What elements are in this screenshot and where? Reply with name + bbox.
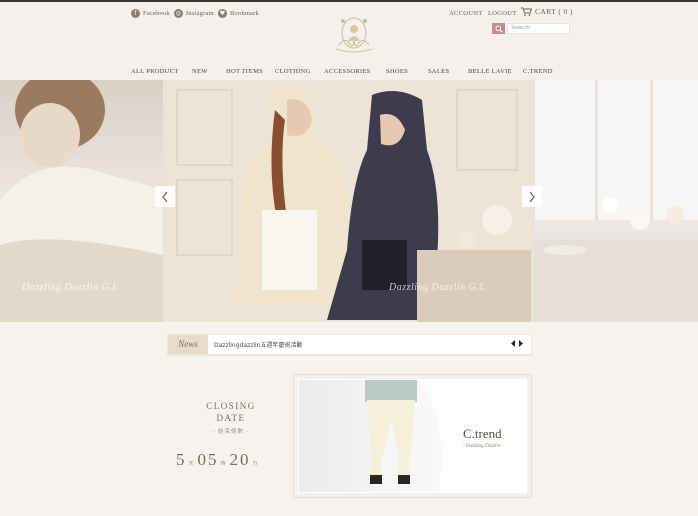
slider-next-button[interactable] (522, 186, 542, 207)
c-trend-inner: C.trend - Dazzling Dazzlin - (298, 379, 527, 493)
news-next-icon[interactable] (518, 340, 523, 347)
slider-prev-button[interactable] (155, 186, 175, 207)
slide-main[interactable]: Dazzling Dazzlin G.L (167, 80, 531, 322)
closing-title-2: DATE (216, 413, 246, 423)
instagram-link[interactable]: ◎ Instagram (174, 9, 214, 18)
search-icon (495, 25, 503, 33)
bookmark-icon: ♥ (218, 9, 227, 18)
c-trend-promo[interactable]: C.trend - Dazzling Dazzlin - (293, 374, 532, 498)
facebook-icon: f (131, 9, 140, 18)
nav-clothing[interactable]: CLOTHING (275, 68, 311, 75)
countdown-days-unit: 天 (188, 462, 194, 467)
nav-new[interactable]: NEW (192, 68, 208, 75)
search-button[interactable] (492, 23, 505, 34)
bookmark-link[interactable]: ♥ Bookmark (218, 9, 259, 18)
countdown-hours: 05 (197, 450, 219, 469)
main-nav: ALL PRODUCT NEW HOT ITEMS CLOTHING ACCES… (0, 68, 698, 78)
facebook-link[interactable]: f Facebook (131, 9, 170, 18)
news-prev-icon[interactable] (511, 340, 516, 347)
search-box: Search (492, 23, 570, 34)
countdown: 5 天 05 時 20 分 (176, 450, 262, 470)
countdown-minutes-unit: 分 (252, 462, 258, 467)
closing-subtitle: - 結束倒數 - (212, 429, 250, 435)
nav-sales[interactable]: SALES (428, 68, 449, 75)
c-trend-subtitle: - Dazzling Dazzlin - (463, 444, 504, 449)
closing-date: CLOSING DATE - 結束倒數 - (176, 400, 286, 435)
slide-left-watermark: Dazzling Dazzlin G.L (22, 282, 119, 293)
c-trend-title: C.trend (463, 426, 502, 441)
chevron-right-icon (529, 191, 535, 202)
news-headline[interactable]: Dazzlingdazzlin五週年慶祝活動 (214, 340, 302, 349)
countdown-hours-unit: 時 (220, 462, 226, 467)
slide-right-photo (535, 80, 698, 322)
instagram-label: Instagram (186, 10, 214, 17)
cart-label: CART ( 0 ) (535, 7, 573, 16)
news-tag: News (168, 335, 208, 354)
site-header: f Facebook ◎ Instagram ♥ Bookmark ACCOUN… (0, 2, 698, 80)
nav-c-trend[interactable]: C.TREND (523, 68, 553, 75)
chevron-left-icon (162, 191, 168, 202)
slide-main-watermark: Dazzling Dazzlin G.L (389, 282, 486, 293)
countdown-minutes: 20 (229, 450, 251, 469)
closing-title-1: CLOSING (206, 401, 256, 411)
news-controls (511, 340, 523, 347)
cart-link[interactable]: CART ( 0 ) (521, 7, 573, 16)
account-link[interactable]: ACCOUNT (449, 10, 483, 17)
news-ticker: News Dazzlingdazzlin五週年慶祝活動 (167, 334, 532, 355)
hero-slider: Dazzling Dazzlin G.L Dazzling Dazzlin G.… (0, 80, 698, 322)
logout-link[interactable]: LOGOUT (488, 10, 517, 17)
slide-left[interactable]: Dazzling Dazzlin G.L (0, 80, 163, 322)
bookmark-label: Bookmark (230, 10, 260, 17)
brand-logo[interactable] (331, 11, 377, 55)
nav-hot-items[interactable]: HOT ITEMS (226, 68, 263, 75)
cart-icon (521, 7, 532, 16)
facebook-label: Facebook (143, 10, 170, 17)
instagram-icon: ◎ (174, 9, 183, 18)
search-input[interactable]: Search (507, 23, 570, 34)
nav-shoes[interactable]: SHOES (386, 68, 408, 75)
nav-all-product[interactable]: ALL PRODUCT (131, 68, 179, 75)
nav-belle-lavie[interactable]: BELLE LAVIE (468, 68, 512, 75)
slide-right[interactable] (535, 80, 698, 322)
countdown-days: 5 (176, 450, 187, 469)
nav-accessories[interactable]: ACCESSORIES (324, 68, 371, 75)
